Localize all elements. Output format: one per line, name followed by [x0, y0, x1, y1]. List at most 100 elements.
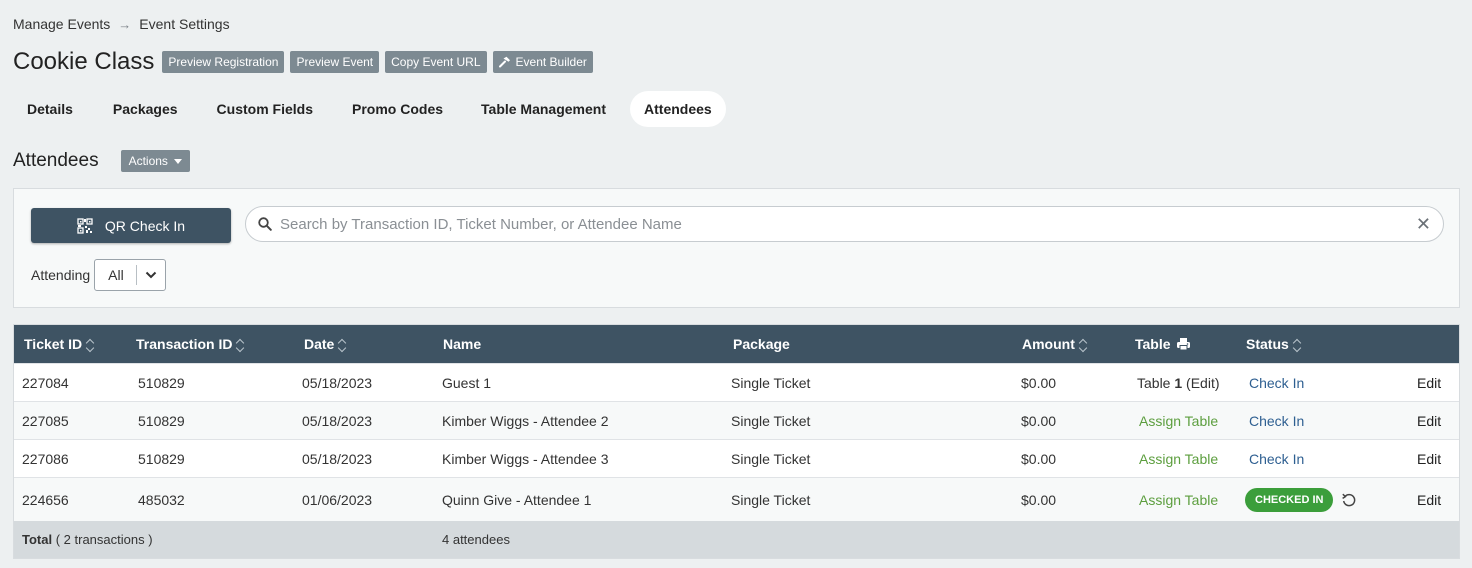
breadcrumb-event-settings: Event Settings: [139, 16, 230, 32]
caret-down-icon: [173, 158, 182, 164]
event-builder-button[interactable]: Event Builder: [492, 51, 593, 73]
actions-label: Actions: [128, 154, 168, 168]
edit-link[interactable]: Edit: [1417, 478, 1441, 521]
tab-custom-fields[interactable]: Custom Fields: [203, 91, 327, 127]
footer-total-label: Total: [22, 532, 53, 547]
preview-registration-button[interactable]: Preview Registration: [162, 51, 285, 73]
cell-amount: $0.00: [1021, 450, 1057, 467]
table-row: 227085 510829 05/18/2023 Kimber Wiggs - …: [14, 401, 1459, 439]
page-title: Cookie Class: [13, 48, 155, 75]
cell-package: Single Ticket: [731, 412, 811, 429]
checked-in-badge: CHECKED IN: [1245, 487, 1334, 512]
attending-selected-value: All: [95, 265, 137, 285]
cell-transaction-id: 510829: [138, 374, 185, 391]
header-label: Amount: [1022, 336, 1075, 352]
header-label: Status: [1246, 336, 1289, 352]
assign-table-link[interactable]: Assign Table: [1139, 440, 1218, 477]
undo-icon[interactable]: [1341, 492, 1357, 508]
tab-attendees[interactable]: Attendees: [630, 91, 726, 127]
section-header: Attendees Actions: [13, 150, 190, 172]
edit-link[interactable]: Edit: [1417, 440, 1441, 477]
column-header-name: Name: [443, 325, 481, 363]
table-edit-link[interactable]: (Edit): [1182, 375, 1219, 391]
chevron-down-icon: [137, 271, 165, 279]
header-label: Date: [304, 336, 335, 352]
check-in-link[interactable]: Check In: [1249, 402, 1304, 439]
tab-bar: Details Packages Custom Fields Promo Cod…: [0, 91, 726, 127]
cell-ticket-id: 224656: [22, 491, 69, 508]
column-header-ticket-id[interactable]: Ticket ID: [24, 325, 95, 363]
header-label: Package: [733, 336, 790, 352]
cell-name: Kimber Wiggs - Attendee 2: [442, 412, 609, 429]
footer-attendee-count: 4 attendees: [442, 532, 510, 547]
preview-event-button[interactable]: Preview Event: [290, 51, 380, 73]
column-header-table: Table: [1135, 325, 1191, 363]
search-input[interactable]: [280, 215, 1416, 233]
assign-table-link[interactable]: Assign Table: [1139, 478, 1218, 521]
sort-icon: [338, 338, 347, 352]
sort-icon: [1078, 338, 1088, 352]
sort-icon: [236, 338, 245, 352]
title-row: Cookie Class Preview Registration Previe…: [13, 48, 593, 76]
cell-status: CHECKED IN: [1245, 478, 1357, 521]
cell-date: 01/06/2023: [302, 491, 373, 508]
search-icon: [258, 217, 272, 231]
sort-icon: [85, 338, 95, 352]
cell-ticket-id: 227085: [22, 412, 69, 429]
cell-table-assignment[interactable]: Table 1 (Edit): [1137, 364, 1220, 401]
tab-packages[interactable]: Packages: [99, 91, 192, 127]
header-label: Name: [443, 336, 482, 352]
cell-name: Guest 1: [442, 374, 492, 391]
attending-select[interactable]: All: [94, 259, 166, 291]
table-row: 224656 485032 01/06/2023 Quinn Give - At…: [14, 477, 1459, 521]
qr-code-icon: [77, 217, 93, 234]
tab-promo-codes[interactable]: Promo Codes: [338, 91, 457, 127]
attending-label: Attending: [31, 267, 91, 283]
copy-event-url-button[interactable]: Copy Event URL: [385, 51, 487, 73]
cell-amount: $0.00: [1021, 491, 1057, 508]
arrow-right-icon: →: [118, 16, 132, 32]
hammer-icon: [498, 56, 510, 68]
sort-icon: [1292, 338, 1302, 352]
section-title: Attendees: [13, 150, 99, 171]
cell-ticket-id: 227086: [22, 450, 69, 467]
check-in-link[interactable]: Check In: [1249, 440, 1304, 477]
cell-date: 05/18/2023: [302, 374, 373, 391]
qr-check-in-button[interactable]: QR Check In: [31, 208, 231, 243]
cell-date: 05/18/2023: [302, 450, 373, 467]
close-icon[interactable]: ✕: [1416, 214, 1431, 235]
header-label: Ticket ID: [24, 336, 83, 352]
cell-ticket-id: 227084: [22, 374, 69, 391]
tab-table-management[interactable]: Table Management: [467, 91, 620, 127]
column-header-status[interactable]: Status: [1246, 325, 1302, 363]
table-footer: Total ( 2 transactions ) 4 attendees: [14, 521, 1459, 558]
cell-transaction-id: 510829: [138, 450, 185, 467]
attendees-table: Ticket ID Transaction ID Date Name Packa…: [13, 324, 1460, 559]
assign-table-link[interactable]: Assign Table: [1139, 402, 1218, 439]
check-in-link[interactable]: Check In: [1249, 364, 1304, 401]
column-header-amount[interactable]: Amount: [1022, 325, 1088, 363]
header-label: Transaction ID: [136, 336, 233, 352]
cell-date: 05/18/2023: [302, 412, 373, 429]
edit-link[interactable]: Edit: [1417, 402, 1441, 439]
printer-icon[interactable]: [1176, 337, 1191, 351]
header-label: Table: [1135, 336, 1171, 352]
breadcrumb: Manage Events → Event Settings: [13, 16, 230, 32]
tab-details[interactable]: Details: [13, 91, 87, 127]
column-header-date[interactable]: Date: [304, 325, 347, 363]
table-row: 227086 510829 05/18/2023 Kimber Wiggs - …: [14, 439, 1459, 477]
column-header-transaction-id[interactable]: Transaction ID: [136, 325, 245, 363]
footer-total-detail: ( 2 transactions ): [55, 532, 153, 547]
edit-link[interactable]: Edit: [1417, 364, 1441, 401]
cell-package: Single Ticket: [731, 450, 811, 467]
search-box: ✕: [245, 206, 1444, 242]
actions-dropdown-button[interactable]: Actions: [120, 150, 190, 172]
cell-transaction-id: 510829: [138, 412, 185, 429]
table-prefix: Table: [1137, 374, 1175, 391]
table-row: 227084 510829 05/18/2023 Guest 1 Single …: [14, 363, 1459, 401]
cell-amount: $0.00: [1021, 374, 1057, 391]
footer-total: Total ( 2 transactions ): [22, 521, 153, 558]
filter-panel: QR Check In ✕ Attending All: [13, 188, 1460, 308]
cell-transaction-id: 485032: [138, 491, 185, 508]
breadcrumb-manage-events[interactable]: Manage Events: [13, 16, 110, 32]
